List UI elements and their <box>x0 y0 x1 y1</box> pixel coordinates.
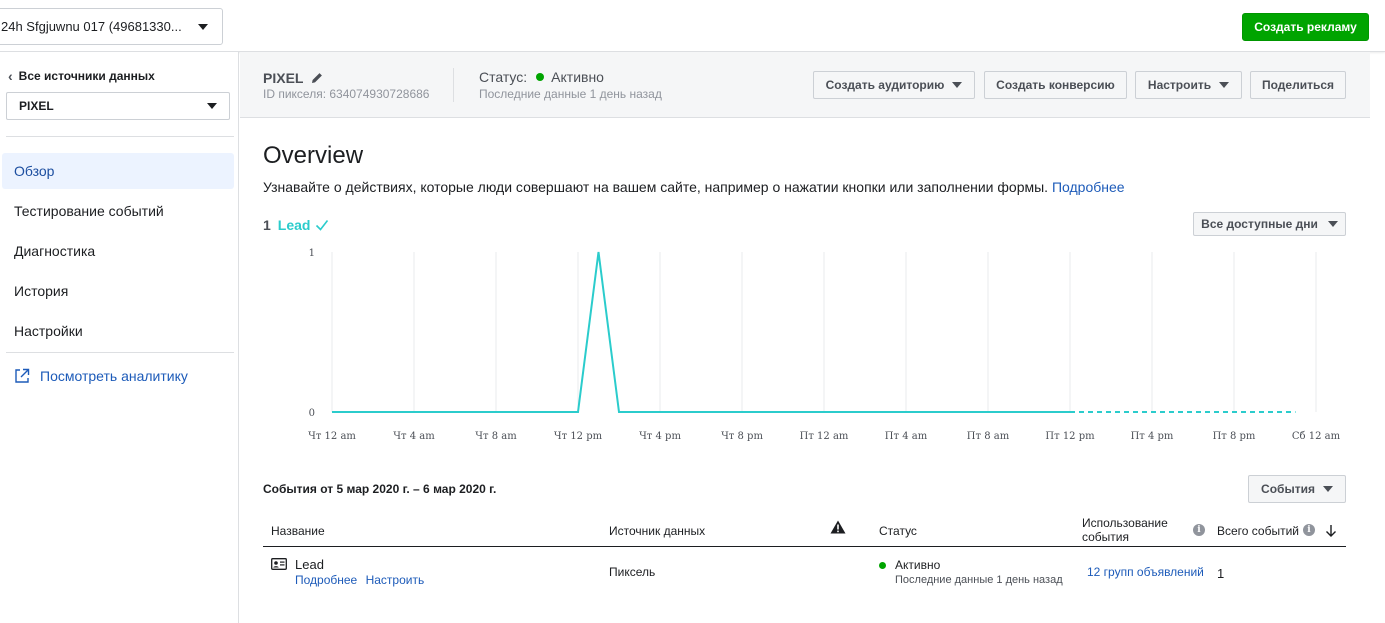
events-filter-label: События <box>1261 482 1315 496</box>
legend-event-name: Lead <box>277 217 311 233</box>
chart-legend[interactable]: 1 Lead <box>263 217 329 233</box>
chevron-left-icon: ‹ <box>8 68 13 84</box>
sidebar-item-test-events[interactable]: Тестирование событий <box>2 193 234 229</box>
view-analytics-link[interactable]: Посмотреть аналитику <box>14 368 188 384</box>
info-icon[interactable]: i <box>1193 524 1205 536</box>
x-tick-label: Чт 4 pm <box>639 431 681 442</box>
caret-down-icon <box>207 103 217 109</box>
external-link-icon <box>15 368 30 383</box>
column-header-usage-line2: события <box>1082 530 1130 544</box>
events-section-title: События от 5 мар 2020 г. – 6 мар 2020 г. <box>263 482 497 496</box>
column-header-total[interactable]: Всего событий <box>1217 524 1299 538</box>
contact-card-icon <box>271 558 287 570</box>
configure-button[interactable]: Настроить <box>1135 71 1242 99</box>
status-last-data: Последние данные 1 день назад <box>479 87 662 101</box>
event-name: Lead <box>295 557 324 572</box>
x-tick-label: Пт 8 pm <box>1213 431 1256 442</box>
column-header-source[interactable]: Источник данных <box>609 524 705 538</box>
date-range-dropdown[interactable]: Все доступные дни <box>1193 212 1346 236</box>
event-total: 1 <box>1217 566 1225 581</box>
x-tick-label: Чт 12 am <box>308 431 356 442</box>
caret-down-icon <box>1327 221 1338 227</box>
y-tick-label: 0 <box>309 408 315 419</box>
create-audience-label: Создать аудиторию <box>825 78 945 92</box>
x-tick-label: Пт 12 am <box>800 431 849 442</box>
divider <box>6 136 234 137</box>
back-link-label: Все источники данных <box>18 69 155 83</box>
column-header-name[interactable]: Название <box>271 524 325 538</box>
account-selector[interactable]: 24h Sfgjuwnu 017 (49681330... <box>0 8 223 45</box>
x-tick-label: Пт 12 pm <box>1045 431 1095 442</box>
x-tick-label: Чт 4 am <box>393 431 435 442</box>
x-tick-label: Чт 8 pm <box>721 431 763 442</box>
event-usage-link-label: 12 групп объявлений <box>1087 565 1204 579</box>
event-usage-link[interactable]: 12 групп объявлений <box>1087 565 1204 579</box>
status-label: Статус: <box>479 69 528 85</box>
x-tick-label: Чт 12 pm <box>554 431 603 442</box>
lead-events-chart: Чт 12 am Чт 4 am Чт 8 am Чт 12 pm Чт 4 pm Чт … <box>308 248 1341 442</box>
page-title: Overview <box>263 142 364 169</box>
learn-more-link[interactable]: Подробнее <box>1052 179 1125 195</box>
x-tick-label: Чт 8 am <box>475 431 517 442</box>
column-header-usage-line1: Использование <box>1082 516 1168 530</box>
pixel-status: Статус: Активно <box>479 69 604 85</box>
lead-series-line <box>332 251 1070 413</box>
pixel-selector-label: PIXEL <box>19 99 54 113</box>
caret-down-icon <box>198 23 208 30</box>
status-dot-icon <box>879 562 886 569</box>
sidebar-nav: Обзор Тестирование событий Диагностика И… <box>2 153 234 353</box>
divider <box>453 68 454 102</box>
pixel-header: PIXEL ID пикселя: 634074930728686 Статус… <box>240 52 1370 118</box>
event-status: Активно <box>895 558 941 572</box>
configure-label: Настроить <box>1147 78 1212 92</box>
overview-description-text: Узнавайте о действиях, которые люди сове… <box>263 179 1049 195</box>
divider <box>6 352 234 353</box>
caret-down-icon <box>1219 82 1230 88</box>
checkmark-icon <box>316 220 329 231</box>
event-configure-link[interactable]: Настроить <box>366 573 425 587</box>
column-header-status[interactable]: Статус <box>879 524 917 538</box>
table-header-divider <box>263 546 1346 547</box>
events-filter-dropdown[interactable]: События <box>1248 475 1346 503</box>
sidebar: ‹ Все источники данных PIXEL Обзор Тести… <box>0 52 239 623</box>
x-tick-label: Пт 8 am <box>967 431 1010 442</box>
account-selector-label: 24h Sfgjuwnu 017 (49681330... <box>1 19 182 34</box>
legend-count: 1 <box>263 217 271 233</box>
sidebar-item-diagnostics[interactable]: Диагностика <box>2 233 234 269</box>
pencil-icon[interactable] <box>311 72 323 84</box>
x-tick-label: Сб 12 am <box>1292 431 1341 442</box>
event-source: Пиксель <box>609 565 656 579</box>
pixel-name: PIXEL <box>263 70 323 86</box>
caret-down-icon <box>952 82 963 88</box>
view-analytics-label: Посмотреть аналитику <box>40 368 188 384</box>
pixel-selector[interactable]: PIXEL <box>6 92 230 120</box>
y-tick-label: 1 <box>309 248 315 259</box>
sidebar-item-overview[interactable]: Обзор <box>2 153 234 189</box>
share-button[interactable]: Поделиться <box>1250 71 1346 99</box>
top-bar: 24h Sfgjuwnu 017 (49681330... Создать ре… <box>0 0 1385 52</box>
create-conversion-button[interactable]: Создать конверсию <box>984 71 1127 99</box>
caret-down-icon <box>1322 486 1333 492</box>
back-to-data-sources-link[interactable]: ‹ Все источники данных <box>8 68 155 84</box>
event-links: Подробнее Настроить <box>295 573 424 587</box>
x-tick-label: Пт 4 pm <box>1131 431 1174 442</box>
create-ad-button[interactable]: Создать рекламу <box>1242 13 1369 41</box>
status-dot-icon <box>536 73 545 81</box>
sidebar-item-settings[interactable]: Настройки <box>2 313 234 349</box>
sort-down-arrow-icon[interactable] <box>1325 524 1337 538</box>
pixel-name-label: PIXEL <box>263 70 304 86</box>
pixel-id: ID пикселя: 634074930728686 <box>263 87 430 101</box>
column-header-usage[interactable]: Использование события <box>1082 516 1168 544</box>
status-value: Активно <box>551 69 604 85</box>
event-details-link[interactable]: Подробнее <box>295 573 357 587</box>
sidebar-item-history[interactable]: История <box>2 273 234 309</box>
x-tick-label: Пт 4 am <box>885 431 928 442</box>
info-icon[interactable]: i <box>1303 524 1315 536</box>
event-status-last-data: Последние данные 1 день назад <box>895 574 1063 586</box>
create-audience-button[interactable]: Создать аудиторию <box>813 71 975 99</box>
date-range-label: Все доступные дни <box>1201 217 1318 231</box>
warning-icon[interactable] <box>830 520 846 534</box>
overview-description: Узнавайте о действиях, которые люди сове… <box>263 179 1125 195</box>
